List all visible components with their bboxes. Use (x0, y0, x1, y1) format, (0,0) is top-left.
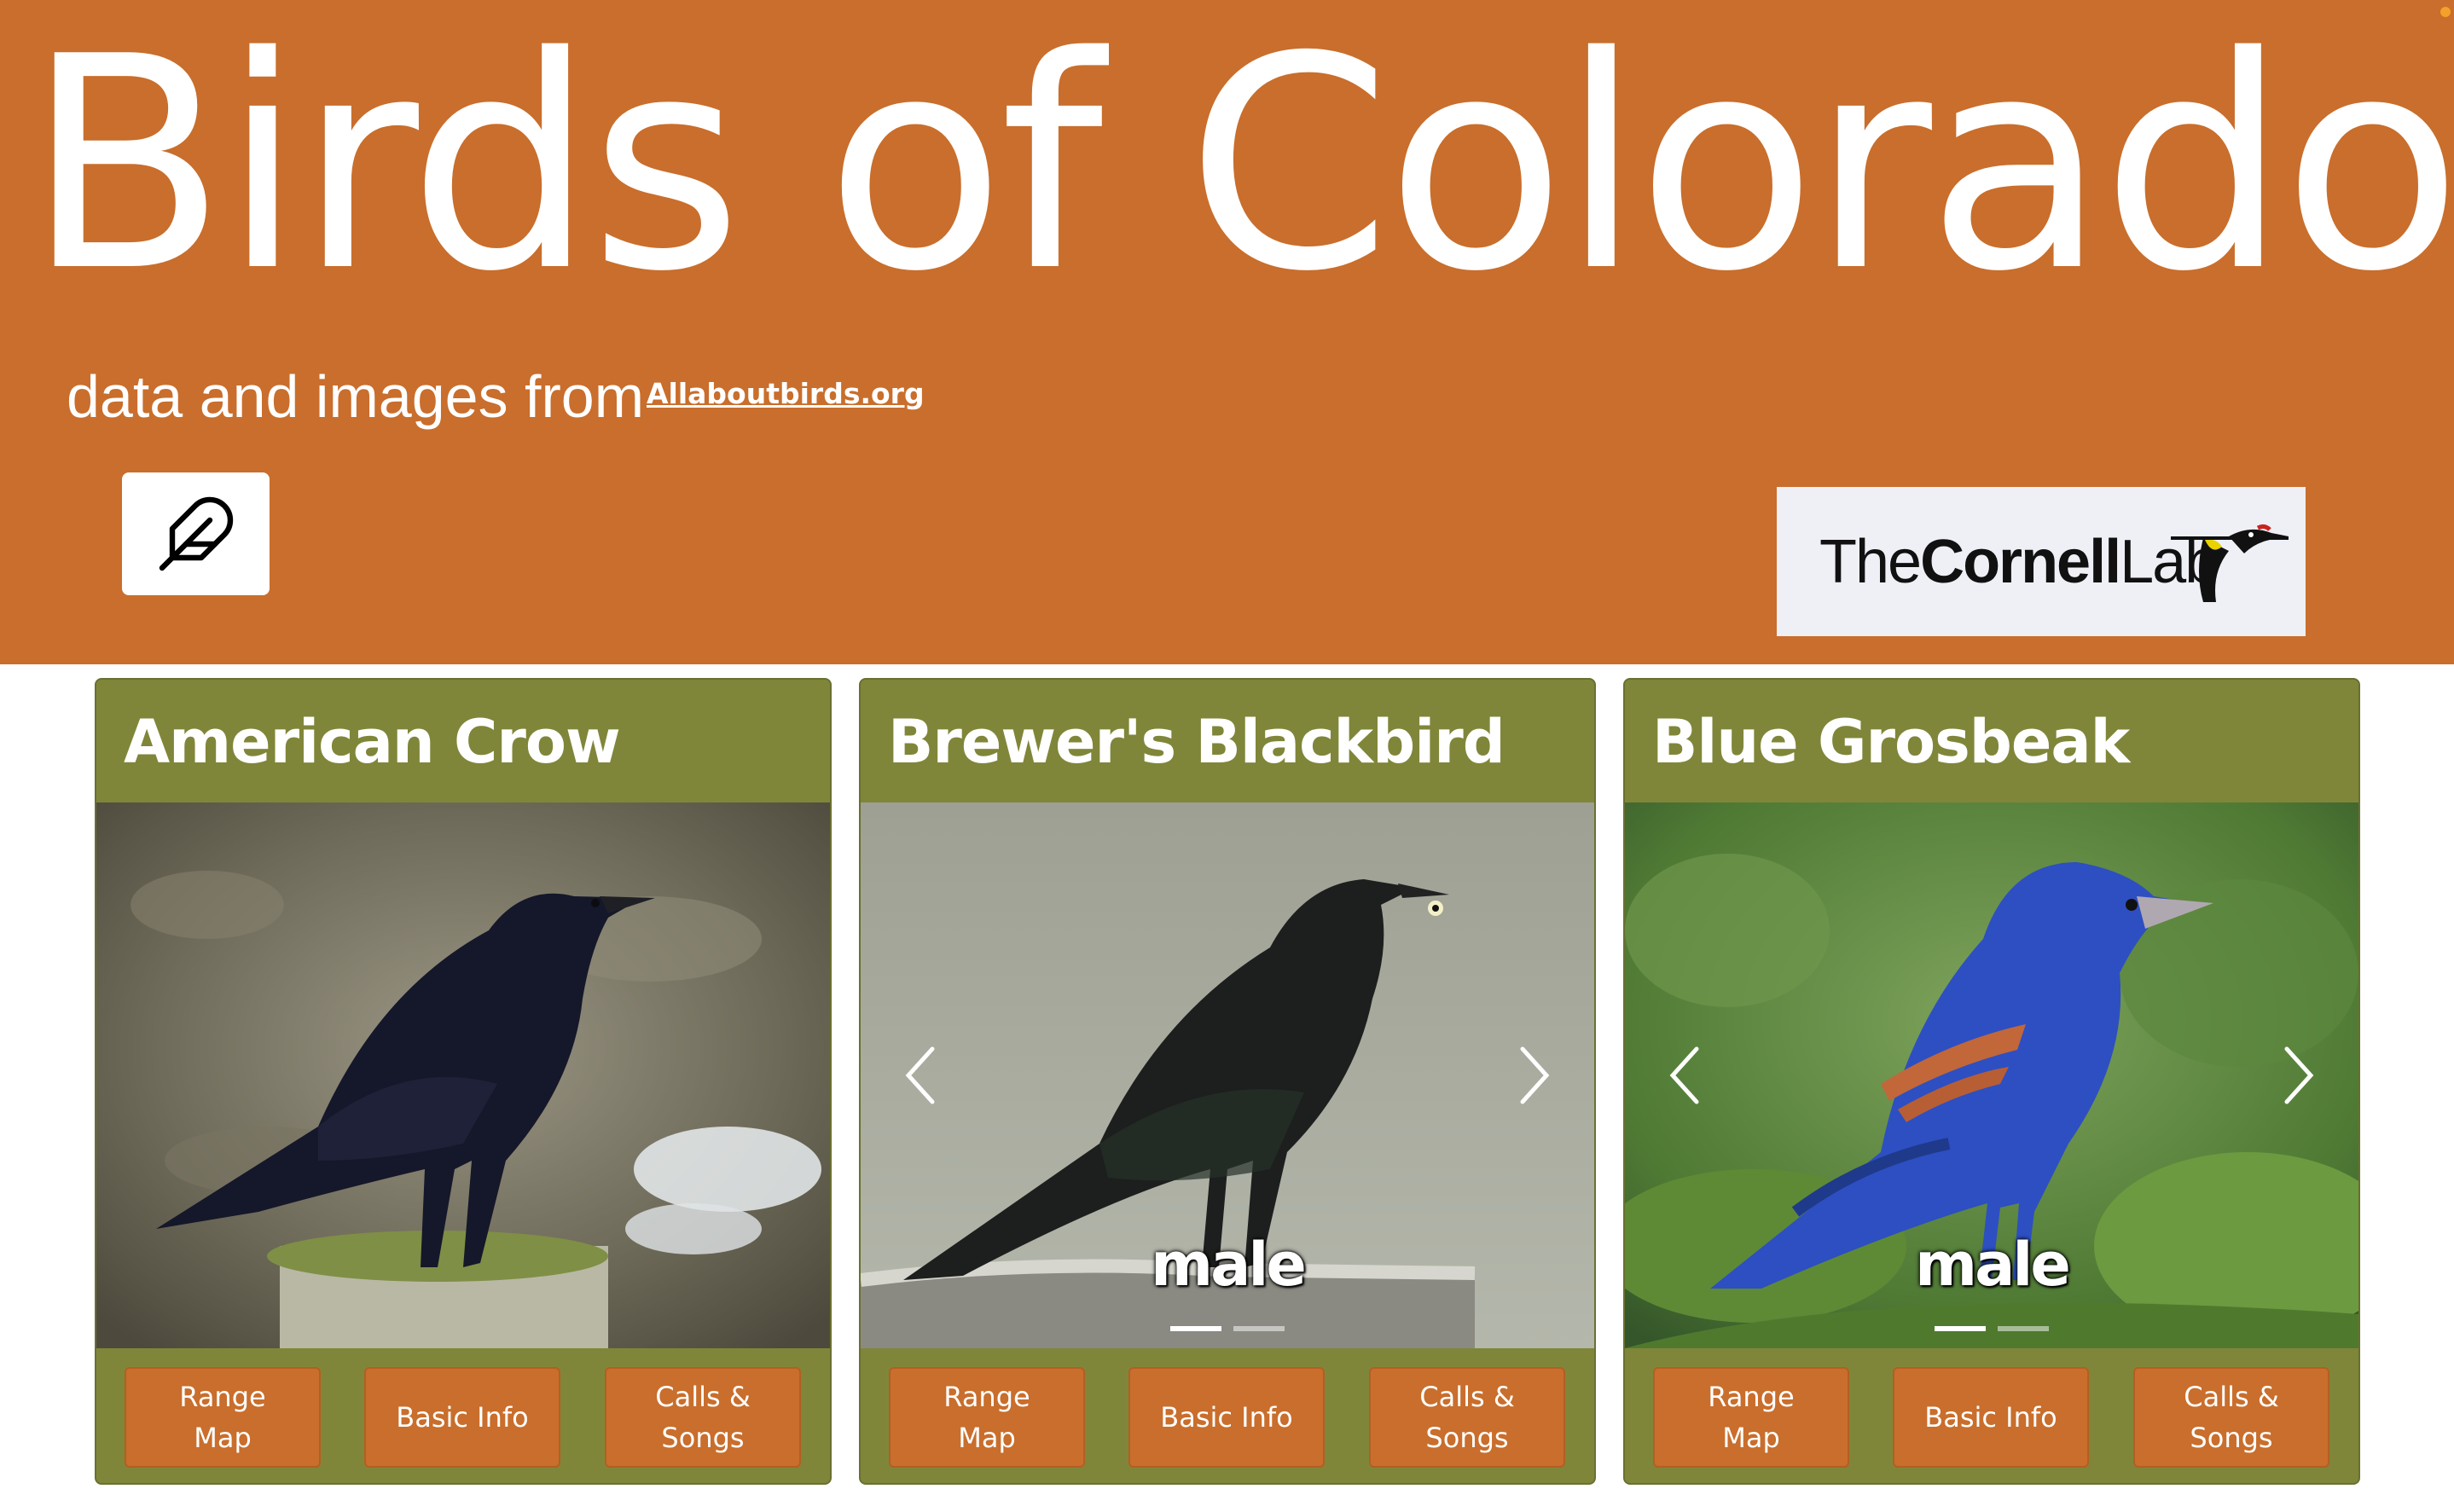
bird-card-blue-grosbeak: Blue Grosbeak male Range Map Basic Info … (1623, 678, 2360, 1485)
site-header: Birds of Colorado data and images from A… (0, 0, 2454, 664)
carousel-next-button[interactable] (1509, 1033, 1560, 1118)
chevron-left-icon (905, 1046, 935, 1104)
chevron-right-icon (1520, 1046, 1550, 1104)
woodpecker-logo-icon (2171, 524, 2289, 602)
bird-card-brewers-blackbird: Brewer's Blackbird male Range Map Basic … (859, 678, 1596, 1485)
chevron-right-icon (2284, 1046, 2314, 1104)
range-map-button[interactable]: Range Map (125, 1367, 321, 1468)
card-title: American Crow (124, 707, 621, 777)
bird-photo: male (1625, 802, 2358, 1348)
card-title: Brewer's Blackbird (888, 707, 1505, 777)
carousel-indicator[interactable] (1998, 1326, 2049, 1331)
subtitle: data and images from (67, 363, 645, 430)
carousel-indicators (1625, 1326, 2358, 1331)
feather-button[interactable] (122, 472, 270, 595)
site-title: Birds of Colorado (26, 0, 2454, 336)
carousel-previous-button[interactable] (1659, 1033, 1710, 1118)
basic-info-button[interactable]: Basic Info (1893, 1367, 2089, 1468)
range-map-button[interactable]: Range Map (889, 1367, 1085, 1468)
basic-info-button[interactable]: Basic Info (364, 1367, 560, 1468)
photo-caption: male (1151, 1230, 1307, 1300)
carousel-indicator[interactable] (1170, 1326, 1221, 1331)
card-title: Blue Grosbeak (1652, 707, 2130, 777)
bird-photo: male (861, 802, 1594, 1348)
carousel-indicator[interactable] (1935, 1326, 1986, 1331)
carousel-indicator[interactable] (1233, 1326, 1285, 1331)
american-crow-photo (96, 802, 830, 1348)
calls-songs-button[interactable]: Calls & Songs (1369, 1367, 1565, 1468)
status-dot (2440, 7, 2451, 17)
range-map-button[interactable]: Range Map (1653, 1367, 1849, 1468)
calls-songs-button[interactable]: Calls & Songs (605, 1367, 801, 1468)
calls-songs-button[interactable]: Calls & Songs (2133, 1367, 2329, 1468)
cornell-lab-logo[interactable]: TheCornellLab (1777, 487, 2306, 636)
bird-photo (96, 802, 830, 1348)
carousel-previous-button[interactable] (895, 1033, 946, 1118)
carousel-indicators (861, 1326, 1594, 1331)
cornell-lab-wordmark: TheCornellLab (1819, 527, 2219, 596)
bird-card-american-crow: American Crow Range Map Basic Info Calls… (95, 678, 832, 1485)
feather-icon (159, 496, 233, 571)
chevron-left-icon (1669, 1046, 1699, 1104)
basic-info-button[interactable]: Basic Info (1128, 1367, 1325, 1468)
carousel-next-button[interactable] (2273, 1033, 2324, 1118)
photo-caption: male (1915, 1230, 2071, 1300)
allaboutbirds-link[interactable]: Allaboutbirds.org (647, 373, 925, 415)
